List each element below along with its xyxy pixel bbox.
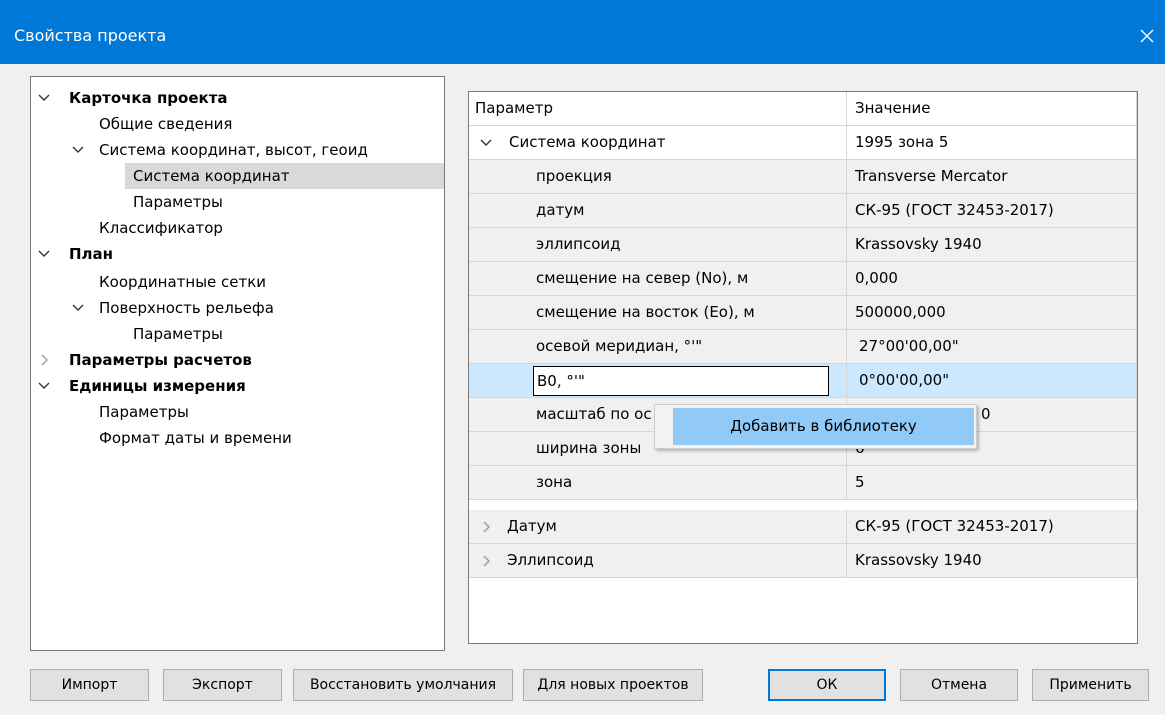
param-name: B0, °'"	[537, 372, 585, 390]
property-grid[interactable]: Параметр Значение Система координат 1995…	[468, 91, 1138, 644]
tree-item-datetime-format[interactable]: Формат даты и времени	[31, 425, 444, 451]
tree-item-coord-system-group[interactable]: Система координат, высот, геоид	[31, 137, 444, 163]
tree-item-label: Единицы измерения	[69, 377, 246, 395]
tree-item-label: Общие сведения	[99, 115, 233, 133]
param-name: Датум	[507, 517, 557, 535]
tree-item-general-info[interactable]: Общие сведения	[31, 111, 444, 137]
param-value[interactable]: 27°00'00,00"	[859, 337, 959, 355]
param-value[interactable]: 0,000	[855, 269, 898, 287]
param-value[interactable]: 0°00'00,00"	[859, 371, 949, 389]
chevron-down-icon[interactable]	[71, 301, 85, 315]
tree-item-label: Система координат, высот, геоид	[99, 141, 368, 159]
param-value[interactable]: Krassovsky 1940	[855, 551, 982, 569]
close-button[interactable]	[1129, 18, 1165, 54]
tree-item-units-parameters[interactable]: Параметры	[31, 399, 444, 425]
grid-row-coord-system[interactable]: Система координат 1995 зона 5	[469, 126, 1137, 160]
tree-item-relief-surface[interactable]: Поверхность рельефа	[31, 295, 444, 321]
dialog-title: Свойства проекта	[14, 26, 167, 45]
apply-button[interactable]: Применить	[1032, 669, 1149, 701]
tree-item-relief-parameters[interactable]: Параметры	[31, 321, 444, 347]
grid-row-datum[interactable]: датум СК-95 (ГОСТ 32453-2017)	[469, 194, 1137, 228]
for-new-projects-button[interactable]: Для новых проектов	[523, 669, 703, 701]
param-name-editor[interactable]: B0, °'"	[533, 366, 829, 396]
tree-item-label: Параметры	[133, 325, 223, 343]
menu-item-add-to-library[interactable]: Добавить в библиотеку	[673, 408, 974, 445]
chevron-right-icon[interactable]	[479, 554, 493, 568]
tree-item-coord-system[interactable]: Система координат	[125, 163, 444, 189]
chevron-right-icon[interactable]	[479, 520, 493, 534]
tree-item-label: Параметры	[99, 403, 189, 421]
param-value[interactable]: Transverse Mercator	[855, 167, 1007, 185]
chevron-down-icon[interactable]	[71, 143, 85, 157]
grid-row-zone[interactable]: зона 5	[469, 466, 1137, 500]
tree-item-units[interactable]: Единицы измерения	[31, 373, 444, 399]
param-name: Система координат	[509, 133, 666, 151]
param-name: масштаб по ос	[536, 405, 652, 423]
tree-item-coord-parameters[interactable]: Параметры	[31, 189, 444, 215]
chevron-down-icon[interactable]	[37, 379, 51, 393]
tree-item-classifier[interactable]: Классификатор	[31, 215, 444, 241]
column-header-parameter[interactable]: Параметр	[475, 92, 553, 125]
import-button[interactable]: Импорт	[30, 669, 149, 701]
param-name: смещение на восток (Eo), м	[536, 303, 755, 321]
grid-header: Параметр Значение	[469, 92, 1137, 126]
grid-row-ellipsoid-group[interactable]: Эллипсоид Krassovsky 1940	[469, 544, 1137, 578]
context-menu: Добавить в библиотеку	[654, 404, 977, 449]
param-value[interactable]: 1995 зона 5	[855, 133, 948, 151]
tree-item-label: План	[69, 245, 114, 263]
tree-item-label: Поверхность рельефа	[99, 299, 274, 317]
tree-item-label: Классификатор	[99, 219, 223, 237]
param-name: смещение на север (No), м	[536, 269, 749, 287]
column-header-value[interactable]: Значение	[855, 99, 931, 117]
cancel-button[interactable]: Отмена	[900, 669, 1018, 701]
param-name: зона	[536, 473, 573, 491]
tree-item-label: Координатные сетки	[99, 273, 267, 291]
grid-row-false-easting[interactable]: смещение на восток (Eo), м 500000,000	[469, 296, 1137, 330]
chevron-right-icon[interactable]	[37, 353, 51, 367]
param-name: Эллипсоид	[507, 551, 594, 569]
tree-item-plan[interactable]: План	[31, 241, 444, 267]
chevron-down-icon[interactable]	[479, 136, 493, 150]
param-value[interactable]: СК-95 (ГОСТ 32453-2017)	[855, 201, 1054, 219]
tree-item-label: Формат даты и времени	[99, 429, 292, 447]
param-value[interactable]: Krassovsky 1940	[855, 235, 982, 253]
param-name: проекция	[536, 167, 612, 185]
param-value[interactable]: 500000,000	[855, 303, 946, 321]
grid-row-ellipsoid[interactable]: эллипсоид Krassovsky 1940	[469, 228, 1137, 262]
param-value[interactable]: 5	[855, 473, 865, 491]
tree-item-label: Карточка проекта	[69, 89, 228, 107]
tree-item-label: Параметры расчетов	[69, 351, 252, 369]
settings-tree[interactable]: Карточка проекта Общие сведения Система …	[30, 76, 445, 651]
close-icon	[1140, 29, 1154, 43]
tree-item-label: Параметры	[133, 193, 223, 211]
tree-item-label: Система координат	[133, 167, 290, 185]
title-bar: Свойства проекта	[0, 0, 1165, 64]
param-name: ширина зоны	[536, 439, 642, 457]
param-value[interactable]: 0	[981, 398, 991, 431]
export-button[interactable]: Экспорт	[163, 669, 282, 701]
param-name: датум	[536, 201, 585, 219]
grid-row-central-meridian[interactable]: осевой меридиан, °'" 27°00'00,00"	[469, 330, 1137, 364]
grid-row-projection[interactable]: проекция Transverse Mercator	[469, 160, 1137, 194]
tree-item-grids[interactable]: Координатные сетки	[31, 269, 444, 295]
chevron-down-icon[interactable]	[37, 91, 51, 105]
grid-row-datum-group[interactable]: Датум СК-95 (ГОСТ 32453-2017)	[469, 510, 1137, 544]
param-name: эллипсоид	[536, 235, 621, 253]
tree-item-project-card[interactable]: Карточка проекта	[31, 85, 444, 111]
param-name: осевой меридиан, °'"	[536, 337, 703, 355]
tree-item-calc-parameters[interactable]: Параметры расчетов	[31, 347, 444, 373]
grid-row-false-northing[interactable]: смещение на север (No), м 0,000	[469, 262, 1137, 296]
chevron-down-icon[interactable]	[37, 247, 51, 261]
restore-defaults-button[interactable]: Восстановить умолчания	[293, 669, 513, 701]
param-value[interactable]: СК-95 (ГОСТ 32453-2017)	[855, 517, 1054, 535]
ok-button[interactable]: ОК	[768, 669, 886, 701]
grid-row-b0[interactable]: B0, °'" 0°00'00,00"	[469, 364, 1137, 398]
